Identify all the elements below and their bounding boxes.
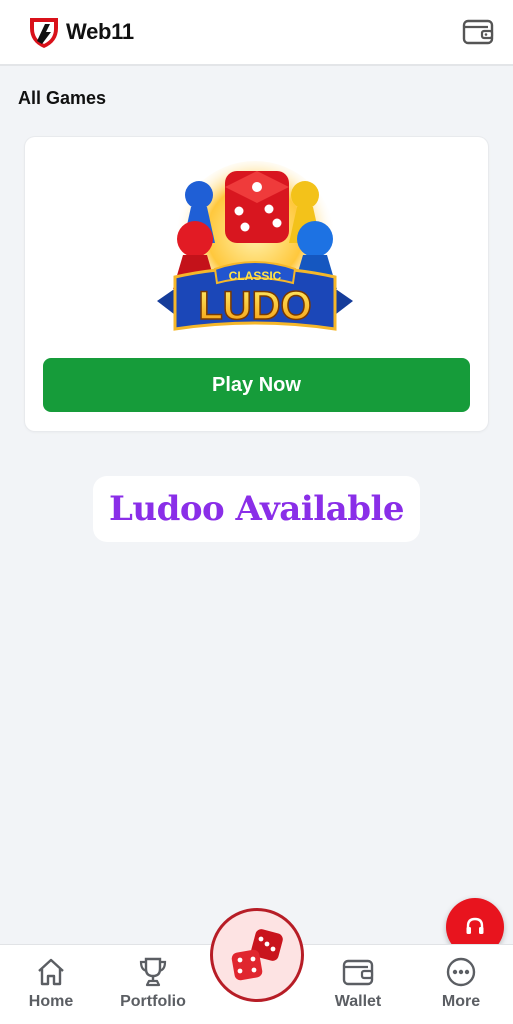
brand-name: Web11 [66,19,134,44]
classic-ludo-artwork: CLASSIC LUDO [157,161,353,331]
nav-label-home: Home [28,993,74,1010]
nav-item-portfolio[interactable]: Portfolio [108,955,198,1011]
home-icon [38,958,64,986]
nav-item-more[interactable]: More [416,955,506,1011]
header-wallet-button[interactable] [461,15,495,49]
nav-label-portfolio: Portfolio [120,993,186,1010]
nav-item-wallet[interactable]: Wallet [313,955,403,1011]
wallet-icon [462,19,494,45]
more-icon [446,957,476,987]
dice-icon [231,929,283,981]
center-games-button[interactable] [210,908,304,1002]
nav-item-home[interactable]: Home [6,955,96,1011]
headset-icon [466,917,484,934]
brand[interactable]: Web11 [26,14,134,50]
play-now-button[interactable]: Play Now [43,358,470,412]
availability-banner: Ludoo Available [93,476,420,542]
availability-text: Ludoo Available [108,489,405,529]
game-card-classic-ludo: CLASSIC LUDO Play Now [25,137,488,431]
nav-label-more: More [441,993,481,1010]
web11-logo-icon [30,18,58,48]
section-title: All Games [18,88,107,108]
art-main-text: LUDO [198,284,311,328]
nav-label-wallet: Wallet [334,993,382,1010]
wallet-icon [342,959,374,986]
trophy-icon [139,957,167,987]
app-header: Web11 [0,0,513,66]
art-top-text: CLASSIC [229,269,282,283]
